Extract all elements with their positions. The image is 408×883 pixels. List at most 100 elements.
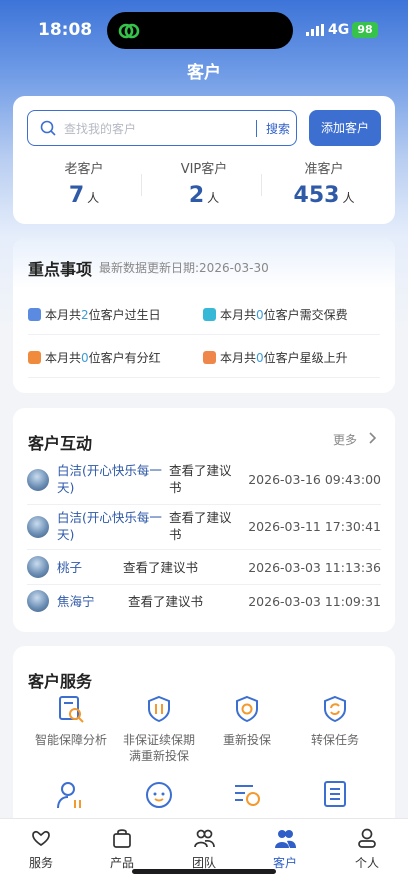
divider: [141, 174, 142, 196]
service-transfer-task[interactable]: 转保任务: [291, 694, 379, 748]
tab-team[interactable]: 团队: [174, 827, 234, 871]
stat-value: 2: [188, 183, 205, 208]
interaction-row[interactable]: 白洁(开心快乐每一 天) 查看了建议书 2026-03-16 09:43:00: [27, 462, 381, 498]
premium-due-reminder[interactable]: 本月共0位客户需交保费: [203, 306, 348, 323]
service-label: 智能保障分析: [34, 733, 107, 747]
stat-prospect-customers[interactable]: 准客户 453 人: [264, 158, 384, 208]
interaction-row[interactable]: 焦海宁 查看了建议书 2026-03-03 11:09:31: [27, 590, 381, 612]
customer-name[interactable]: 焦海宁: [57, 593, 95, 610]
search-placeholder: 查找我的客户: [64, 122, 137, 136]
divider: [27, 549, 381, 550]
chevron-right-icon[interactable]: [367, 432, 377, 444]
interaction-time: 2026-03-16 09:43:00: [248, 472, 381, 487]
key-items-title: 重点事项: [28, 260, 93, 279]
dividend-icon: [28, 351, 41, 364]
service-item-5[interactable]: [27, 778, 115, 814]
service-non-guaranteed-renewal[interactable]: 非保证续保期 满重新投保: [115, 694, 203, 764]
stat-value: 7: [68, 183, 85, 208]
customer-name[interactable]: 白洁(开心快乐每一 天): [57, 462, 162, 496]
shield-renewal-icon: [148, 695, 170, 723]
shield-reinsure-icon: [236, 695, 258, 723]
interaction-row[interactable]: 白洁(开心快乐每一 天) 查看了建议书 2026-03-11 17:30:41: [27, 509, 381, 545]
service-label: 转保任务: [310, 733, 359, 747]
divider: [28, 334, 380, 335]
person-sort-icon: [57, 782, 81, 809]
search-button[interactable]: 搜索: [266, 120, 290, 137]
list-clock-icon: [235, 785, 260, 806]
stat-label: 老客户: [64, 162, 104, 177]
stat-unit: 人: [342, 191, 355, 205]
customers-icon: [275, 830, 296, 848]
item-text: 本月共: [220, 308, 257, 322]
customer-name[interactable]: 桃子: [57, 559, 82, 576]
home-indicator: [132, 869, 276, 874]
stat-label: 准客户: [304, 162, 344, 177]
stat-vip-customers[interactable]: VIP客户 2人: [144, 158, 264, 208]
item-count: 2: [81, 308, 89, 322]
service-item-6[interactable]: [115, 778, 203, 814]
search-input[interactable]: 查找我的客户 搜索: [27, 110, 297, 146]
dividend-reminder[interactable]: 本月共0位客户有分红: [28, 349, 161, 366]
stat-label: VIP客户: [180, 162, 228, 177]
stat-old-customers[interactable]: 老客户 7人: [24, 158, 144, 208]
interaction-action: 查看了建议书: [169, 463, 232, 495]
item-text: 位客户星级上升: [263, 351, 348, 365]
item-count: 0: [81, 351, 89, 365]
item-count: 0: [256, 308, 264, 322]
tab-service[interactable]: 服务: [11, 827, 71, 871]
birthday-reminder[interactable]: 本月共2位客户过生日: [28, 306, 161, 323]
interaction-action: 查看了建议书: [123, 560, 199, 575]
shield-transfer-icon: [324, 695, 346, 723]
item-text: 位客户过生日: [88, 308, 161, 322]
item-text: 本月共: [45, 351, 82, 365]
interaction-time: 2026-03-03 11:09:31: [248, 594, 381, 609]
page-title: 客户: [187, 63, 221, 83]
checklist-icon: [324, 781, 346, 807]
more-link[interactable]: 更多: [333, 431, 357, 448]
team-icon: [194, 829, 215, 848]
interaction-action: 查看了建议书: [128, 594, 204, 609]
tab-customers[interactable]: 客户: [255, 827, 315, 871]
stat-unit: 人: [87, 191, 100, 205]
calendar-icon: [28, 308, 41, 321]
star-rise-icon: [203, 351, 216, 364]
avatar: [27, 590, 49, 612]
divider: [28, 377, 380, 378]
interaction-time: 2026-03-03 11:13:36: [248, 560, 381, 575]
divider: [27, 504, 381, 505]
customer-summary-card: 查找我的客户 搜索 添加客户 老客户 7人 VIP客户 2人 准客户 453 人: [13, 96, 395, 224]
interaction-action: 查看了建议书: [169, 510, 232, 542]
tab-profile[interactable]: 个人: [337, 827, 397, 871]
add-customer-button[interactable]: 添加客户: [309, 110, 381, 146]
status-time: 18:08: [38, 20, 93, 40]
customer-interactions-card: 客户互动 更多 白洁(开心快乐每一 天) 查看了建议书 2026-03-16 09…: [13, 408, 395, 632]
tab-products[interactable]: 产品: [92, 827, 152, 871]
customer-name[interactable]: 白洁(开心快乐每一 天): [57, 509, 162, 543]
update-date: 最新数据更新日期:2026-03-30: [99, 261, 269, 275]
item-text: 位客户有分红: [88, 351, 161, 365]
stat-value: 453: [293, 183, 340, 208]
dynamic-island: [107, 12, 293, 49]
divider: [27, 584, 381, 585]
service-reinsure[interactable]: 重新投保: [203, 694, 291, 748]
tab-label: 服务: [28, 856, 53, 870]
service-coverage-analysis[interactable]: 智能保障分析: [27, 694, 115, 748]
avatar: [27, 516, 49, 538]
battery-icon: 98: [352, 22, 378, 38]
shopping-bag-icon: [113, 829, 131, 848]
service-item-7[interactable]: [203, 778, 291, 814]
star-rise-reminder[interactable]: 本月共0位客户星级上升: [203, 349, 348, 366]
person-icon: [358, 828, 376, 848]
interaction-row[interactable]: 桃子 查看了建议书 2026-03-03 11:13:36: [27, 556, 381, 578]
service-label: 非保证续保期 满重新投保: [122, 733, 195, 763]
tab-label: 个人: [354, 856, 379, 870]
avatar: [27, 469, 49, 491]
status-bar: 18:08 4G 98: [0, 0, 408, 60]
service-item-8[interactable]: [291, 778, 379, 814]
analysis-icon: [59, 696, 84, 723]
link-icon: [118, 23, 140, 39]
item-text: 位客户需交保费: [263, 308, 348, 322]
divider: [261, 174, 262, 196]
item-text: 本月共: [45, 308, 82, 322]
payment-icon: [203, 308, 216, 321]
